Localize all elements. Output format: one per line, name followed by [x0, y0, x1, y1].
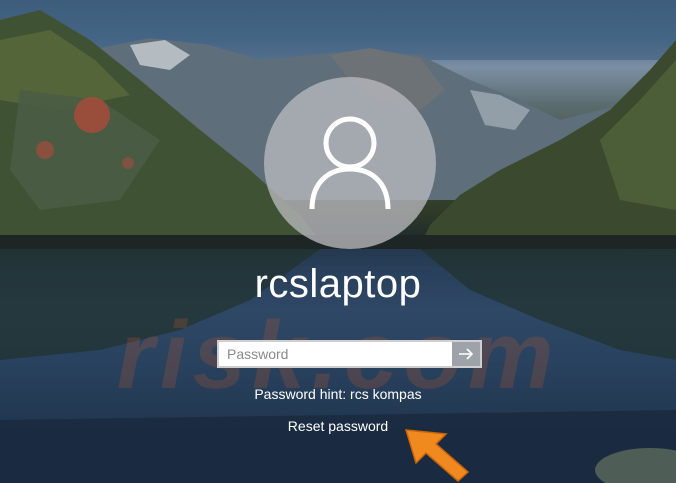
orange-arrow-icon	[404, 429, 470, 483]
reset-password-link-row: Reset password	[0, 418, 676, 434]
password-field-container	[217, 340, 482, 368]
password-hint: Password hint: rcs kompas	[254, 386, 422, 402]
lock-screen: risk.com rcslaptop Password hint: rcs ko…	[0, 0, 676, 483]
submit-button[interactable]	[452, 342, 480, 366]
arrow-right-icon	[459, 348, 474, 360]
reset-password-link[interactable]: Reset password	[288, 418, 388, 434]
username-label: rcslaptop	[254, 262, 422, 306]
user-silhouette-icon	[309, 116, 391, 210]
password-input[interactable]	[219, 342, 452, 366]
user-avatar	[264, 77, 436, 249]
